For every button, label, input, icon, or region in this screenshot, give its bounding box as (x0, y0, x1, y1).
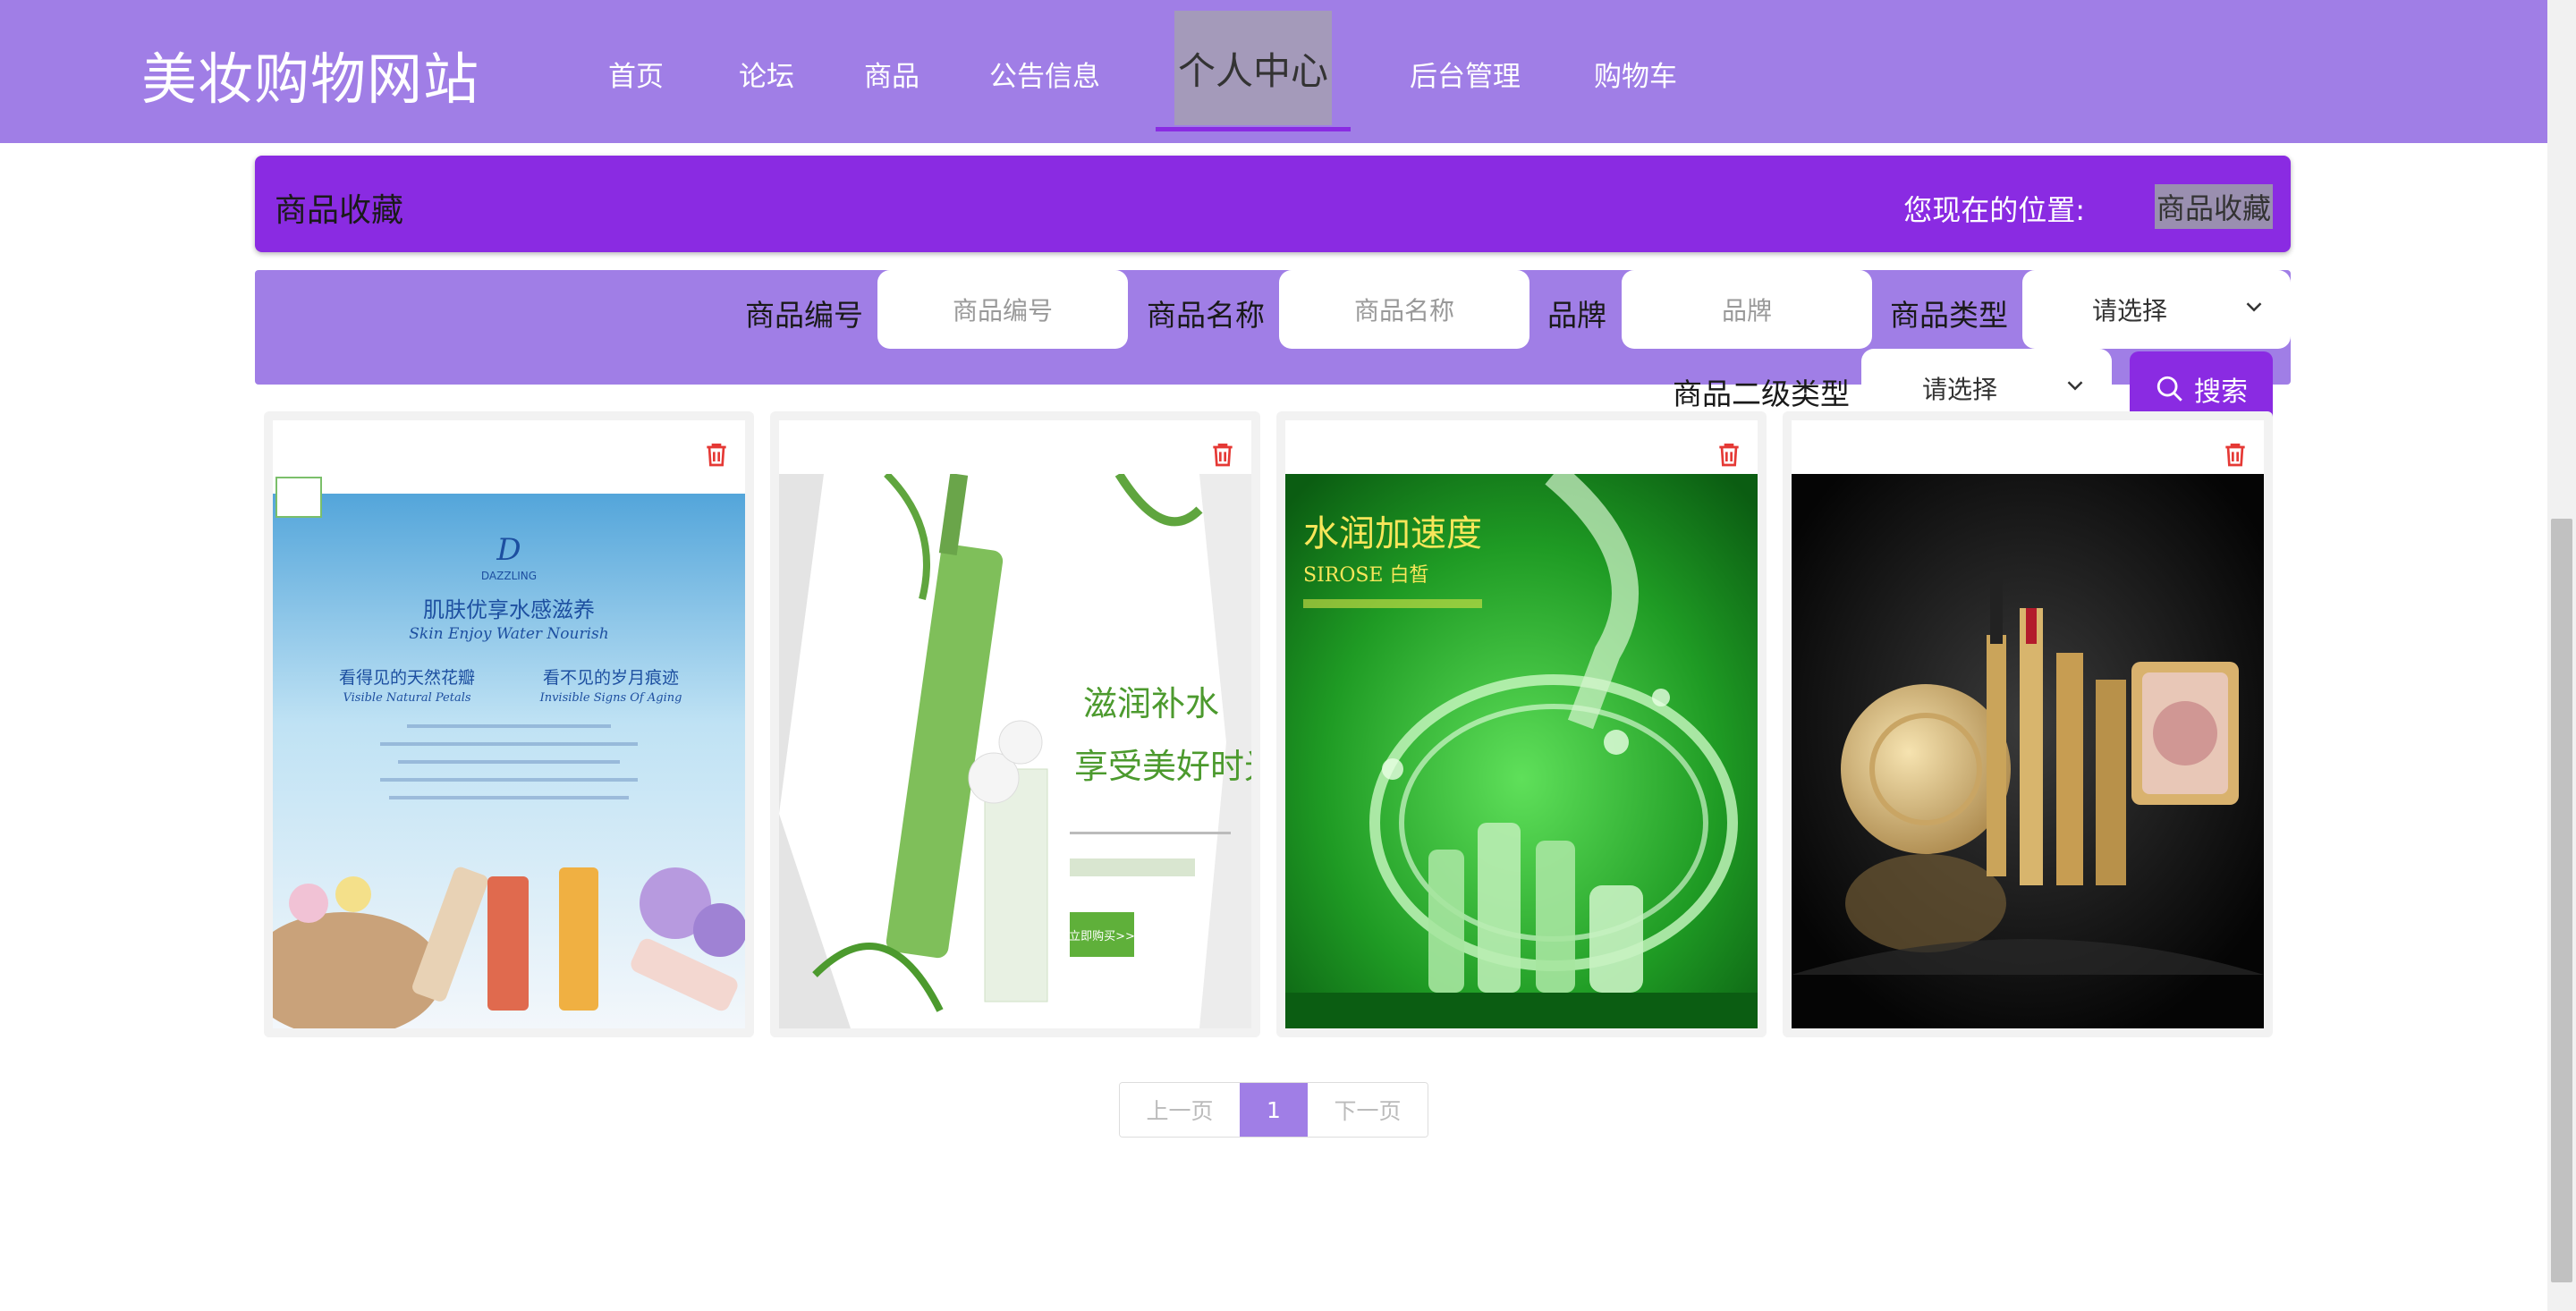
code-label: 商品编号 (745, 298, 863, 333)
nav-forum[interactable]: 论坛 (739, 54, 794, 94)
trash-icon[interactable] (2221, 440, 2250, 469)
type-label: 商品类型 (1890, 298, 2008, 333)
breadcrumb-current[interactable]: 商品收藏 (2154, 184, 2273, 229)
name-label: 商品名称 (1147, 298, 1265, 333)
nav-personal-center[interactable]: 个人中心 (1174, 11, 1332, 125)
favorite-card[interactable] (1783, 411, 2273, 1037)
poster-brand: DAZZLING (481, 570, 537, 582)
product-image[interactable]: 滋润补水 享受美好时光 立即购买>> (779, 474, 1251, 1028)
chevron-down-icon (2067, 381, 2083, 391)
next-page-button[interactable]: 下一页 (1308, 1083, 1428, 1137)
poster-line-2: 看不见的岁月痕迹 (543, 668, 679, 688)
prev-page-button[interactable]: 上一页 (1120, 1083, 1240, 1137)
poster-headline: 水润加速度 (1303, 513, 1482, 554)
product-image[interactable]: D DAZZLING 肌肤优享水感滋养 Skin Enjoy Water Nou… (273, 474, 745, 1028)
poster-headline: 滋润补水 (1083, 684, 1219, 723)
poster-headline: 肌肤优享水感滋养 (423, 597, 595, 622)
site-title[interactable]: 美妆购物网站 (141, 34, 479, 114)
poster-buy-label: 立即购买>> (1069, 929, 1135, 943)
search-button-label: 搜索 (2194, 376, 2248, 408)
scrollbar-thumb[interactable] (2551, 519, 2572, 1282)
trash-icon[interactable] (1715, 440, 1743, 469)
poster-brand: SIROSE 白皙 (1303, 564, 1429, 587)
pagination: 上一页 1 下一页 (1119, 1082, 1428, 1138)
type-select-value: 请选择 (2091, 296, 2167, 326)
favorite-card[interactable]: 水润加速度 SIROSE 白皙 (1276, 411, 1767, 1037)
poster-line-3: Visible Natural Petals (343, 691, 470, 705)
code-input[interactable]: 商品编号 (877, 270, 1128, 349)
poster-subline: 享受美好时光 (1074, 747, 1251, 786)
poster-line-4: Invisible Signs Of Aging (539, 691, 682, 705)
nav-active-underline (1156, 127, 1351, 131)
type-select[interactable]: 请选择 (2022, 270, 2291, 349)
subtype-label: 商品二级类型 (1673, 376, 1850, 411)
brand-label: 品牌 (1547, 298, 1606, 333)
poster-line-1: 看得见的天然花瓣 (339, 668, 475, 688)
poster-tagline: Skin Enjoy Water Nourish (409, 625, 608, 643)
search-icon (2157, 376, 2182, 402)
nav-products[interactable]: 商品 (864, 54, 919, 94)
favorite-card[interactable]: 滋润补水 享受美好时光 立即购买>> (770, 411, 1260, 1037)
svg-text:D: D (496, 532, 521, 568)
favorite-card[interactable]: D DAZZLING 肌肤优享水感滋养 Skin Enjoy Water Nou… (264, 411, 754, 1037)
product-image[interactable]: 水润加速度 SIROSE 白皙 (1285, 474, 1758, 1028)
product-image[interactable] (1792, 474, 2264, 1028)
trash-icon[interactable] (702, 440, 731, 469)
brand-input[interactable]: 品牌 (1622, 270, 1872, 349)
nav-admin[interactable]: 后台管理 (1410, 54, 1521, 94)
nav-cart[interactable]: 购物车 (1594, 54, 1677, 94)
nav-announcements[interactable]: 公告信息 (989, 54, 1100, 94)
page-1-button[interactable]: 1 (1240, 1083, 1308, 1137)
breadcrumb-location-label: 您现在的位置: (1903, 193, 2085, 227)
chevron-down-icon (2246, 302, 2262, 312)
top-header: 美妆购物网站 首页 论坛 商品 公告信息 个人中心 后台管理 购物车 (0, 0, 2547, 143)
trash-icon[interactable] (1208, 440, 1237, 469)
name-input[interactable]: 商品名称 (1279, 270, 1530, 349)
breadcrumb-bar: 商品收藏 您现在的位置: 商品收藏 (255, 156, 2291, 252)
nav-home[interactable]: 首页 (608, 54, 664, 94)
page-title: 商品收藏 (275, 192, 404, 229)
